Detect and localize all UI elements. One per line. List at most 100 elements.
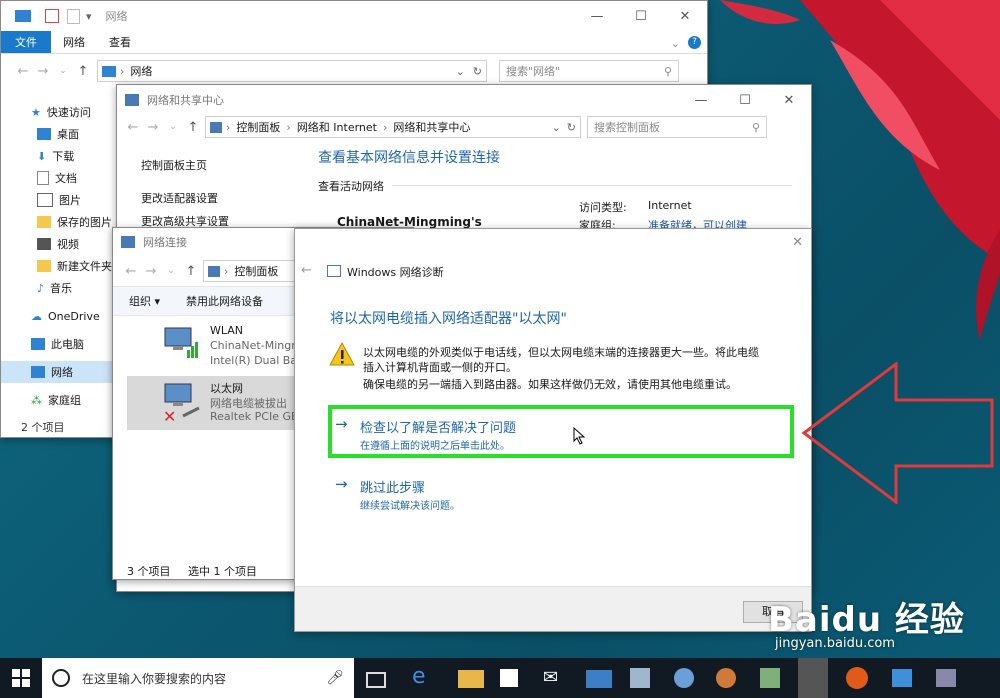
sharing-center-title: 网络和共享中心 [147, 94, 224, 107]
network-diagnostics-dialog: ✕ ← Windows 网络诊断 将以太网电缆插入网络适配器"以太网" 以太网电… [294, 228, 812, 632]
dropdown-icon[interactable]: ⌄ [552, 121, 561, 134]
dropdown-icon[interactable]: ⌄ [456, 65, 465, 78]
recent-icon[interactable]: ⌄ [161, 266, 181, 276]
breadcrumb-control-panel[interactable]: 控制面板 [234, 263, 278, 279]
edge-icon[interactable]: e [412, 664, 438, 689]
nav-documents[interactable]: 文档 [1, 167, 117, 189]
file-explorer-icon[interactable] [458, 670, 484, 688]
network-icon [31, 366, 45, 378]
check-if-fixed-option[interactable]: → 检查以了解是否解决了问题 在遵循上面的说明之后单击此处。 [335, 415, 775, 455]
ethernet-adapter-icon: ✕ [163, 383, 200, 424]
maximize-button[interactable]: ☐ [723, 93, 767, 108]
mouse-cursor-icon [573, 427, 586, 445]
nav-new-folder[interactable]: 新建文件夹 [1, 255, 117, 277]
app-icon[interactable] [716, 668, 736, 688]
forward-icon[interactable]: → [33, 64, 53, 79]
explorer-title: 网络 [105, 10, 128, 23]
start-button[interactable] [0, 658, 42, 698]
adapter-name: 以太网 [210, 382, 243, 395]
desktop-icon [37, 128, 51, 140]
back-icon[interactable]: ← [301, 263, 312, 278]
maximize-button[interactable]: ☐ [619, 9, 663, 24]
recent-icon[interactable]: ⌄ [163, 122, 183, 132]
new-folder-icon[interactable] [67, 8, 80, 24]
breadcrumb-control-panel[interactable]: 控制面板 [236, 119, 280, 135]
picture-icon [37, 193, 53, 207]
app-icon[interactable] [586, 670, 612, 688]
tab-network[interactable]: 网络 [51, 31, 97, 53]
nav-onedrive[interactable]: ☁ OneDrive [1, 305, 117, 327]
nav-pictures[interactable]: 图片 [1, 189, 117, 211]
nav-desktop[interactable]: 桌面 [1, 123, 117, 145]
task-view-icon[interactable] [366, 672, 386, 688]
cortana-icon [52, 669, 70, 687]
sharing-center-address-bar[interactable]: › 控制面板 › 网络和 Internet › 网络和共享中心 ⌄ ↻ [205, 116, 581, 138]
video-icon [37, 238, 51, 250]
nav-videos[interactable]: 视频 [1, 233, 117, 255]
up-icon[interactable]: ↑ [73, 64, 93, 79]
app-icon[interactable] [892, 669, 912, 687]
back-icon[interactable]: ← [121, 264, 141, 279]
refresh-icon[interactable]: ↻ [567, 121, 576, 134]
star-icon: ★ [31, 106, 41, 119]
active-app-icon[interactable] [798, 658, 828, 698]
forward-icon[interactable]: → [141, 264, 161, 279]
close-button[interactable]: ✕ [767, 93, 811, 108]
dialog-footer [295, 586, 811, 631]
paint-icon[interactable] [674, 668, 694, 688]
minimize-button[interactable]: — [575, 9, 619, 24]
app-icon[interactable] [936, 669, 956, 687]
organize-menu[interactable]: 组织 ▾ [129, 293, 160, 309]
skip-step-option[interactable]: → 跳过此步骤 继续尝试解决该问题。 [335, 475, 775, 515]
diagnostic-heading: 将以太网电缆插入网络适配器"以太网" [330, 311, 567, 327]
help-icon[interactable]: ? [688, 36, 701, 49]
up-icon[interactable]: ↑ [183, 120, 203, 135]
explorer-address-bar[interactable]: › 网络 ⌄ ↻ [97, 60, 487, 82]
up-icon[interactable]: ↑ [181, 264, 201, 279]
nav-this-pc[interactable]: 此电脑 [1, 333, 117, 355]
tab-view[interactable]: 查看 [97, 31, 143, 53]
nav-music[interactable]: ♪ 音乐 [1, 277, 117, 299]
address-text: 网络 [130, 65, 153, 78]
music-icon: ♪ [37, 282, 45, 295]
properties-icon[interactable] [45, 9, 59, 23]
option-subtitle: 在遵循上面的说明之后单击此处。 [360, 441, 510, 452]
access-type-value: Internet [648, 199, 692, 212]
customize-toolbar-icon[interactable]: ▾ [86, 10, 92, 23]
explorer-search-placeholder: 搜索"网络" [506, 65, 561, 78]
nav-saved-pictures[interactable]: 保存的图片 [1, 211, 117, 233]
breadcrumb-sharing-center[interactable]: 网络和共享中心 [393, 119, 470, 135]
app-icon[interactable] [846, 667, 868, 689]
control-panel-icon [210, 121, 222, 133]
sharing-center-search[interactable]: 搜索控制面板 ⚲ [587, 116, 767, 138]
nav-downloads[interactable]: ⬇ 下载 [1, 145, 117, 167]
disable-device-button[interactable]: 禁用此网络设备 [186, 293, 263, 309]
store-icon[interactable] [500, 669, 518, 687]
refresh-icon[interactable]: ↻ [473, 65, 482, 78]
cp-home-link[interactable]: 控制面板主页 [141, 157, 207, 173]
expand-ribbon-icon[interactable]: ⌄ [663, 34, 688, 53]
close-button[interactable]: ✕ [792, 235, 803, 250]
control-panel-icon [125, 94, 139, 106]
back-icon[interactable]: ← [13, 64, 33, 79]
nav-quick-access[interactable]: ★ 快速访问 [1, 101, 117, 123]
nav-homegroup[interactable]: ⁂ 家庭组 [1, 389, 117, 411]
taskbar-search[interactable]: 在这里输入你要搜索的内容 🎤︎ [42, 658, 354, 698]
forward-icon[interactable]: → [143, 120, 163, 135]
warning-icon [329, 342, 355, 366]
microphone-icon[interactable]: 🎤︎ [326, 670, 344, 686]
app-icon[interactable] [630, 668, 650, 688]
breadcrumb-network-internet[interactable]: 网络和 Internet [297, 119, 377, 135]
minimize-button[interactable]: — [679, 93, 723, 108]
tab-file[interactable]: 文件 [1, 31, 51, 53]
network-icon [102, 65, 116, 77]
mail-icon[interactable]: ✉ [543, 667, 569, 691]
back-icon[interactable]: ← [123, 120, 143, 135]
explorer-titlebar: ▾ 网络 — ☐ ✕ [1, 1, 707, 31]
nav-network[interactable]: 网络 [1, 361, 117, 383]
app-icon[interactable] [760, 668, 780, 688]
change-adapter-link[interactable]: 更改适配器设置 [141, 190, 218, 206]
explorer-search[interactable]: 搜索"网络" ⚲ [499, 60, 679, 82]
close-button[interactable]: ✕ [663, 9, 707, 24]
recent-icon[interactable]: ⌄ [53, 66, 73, 76]
